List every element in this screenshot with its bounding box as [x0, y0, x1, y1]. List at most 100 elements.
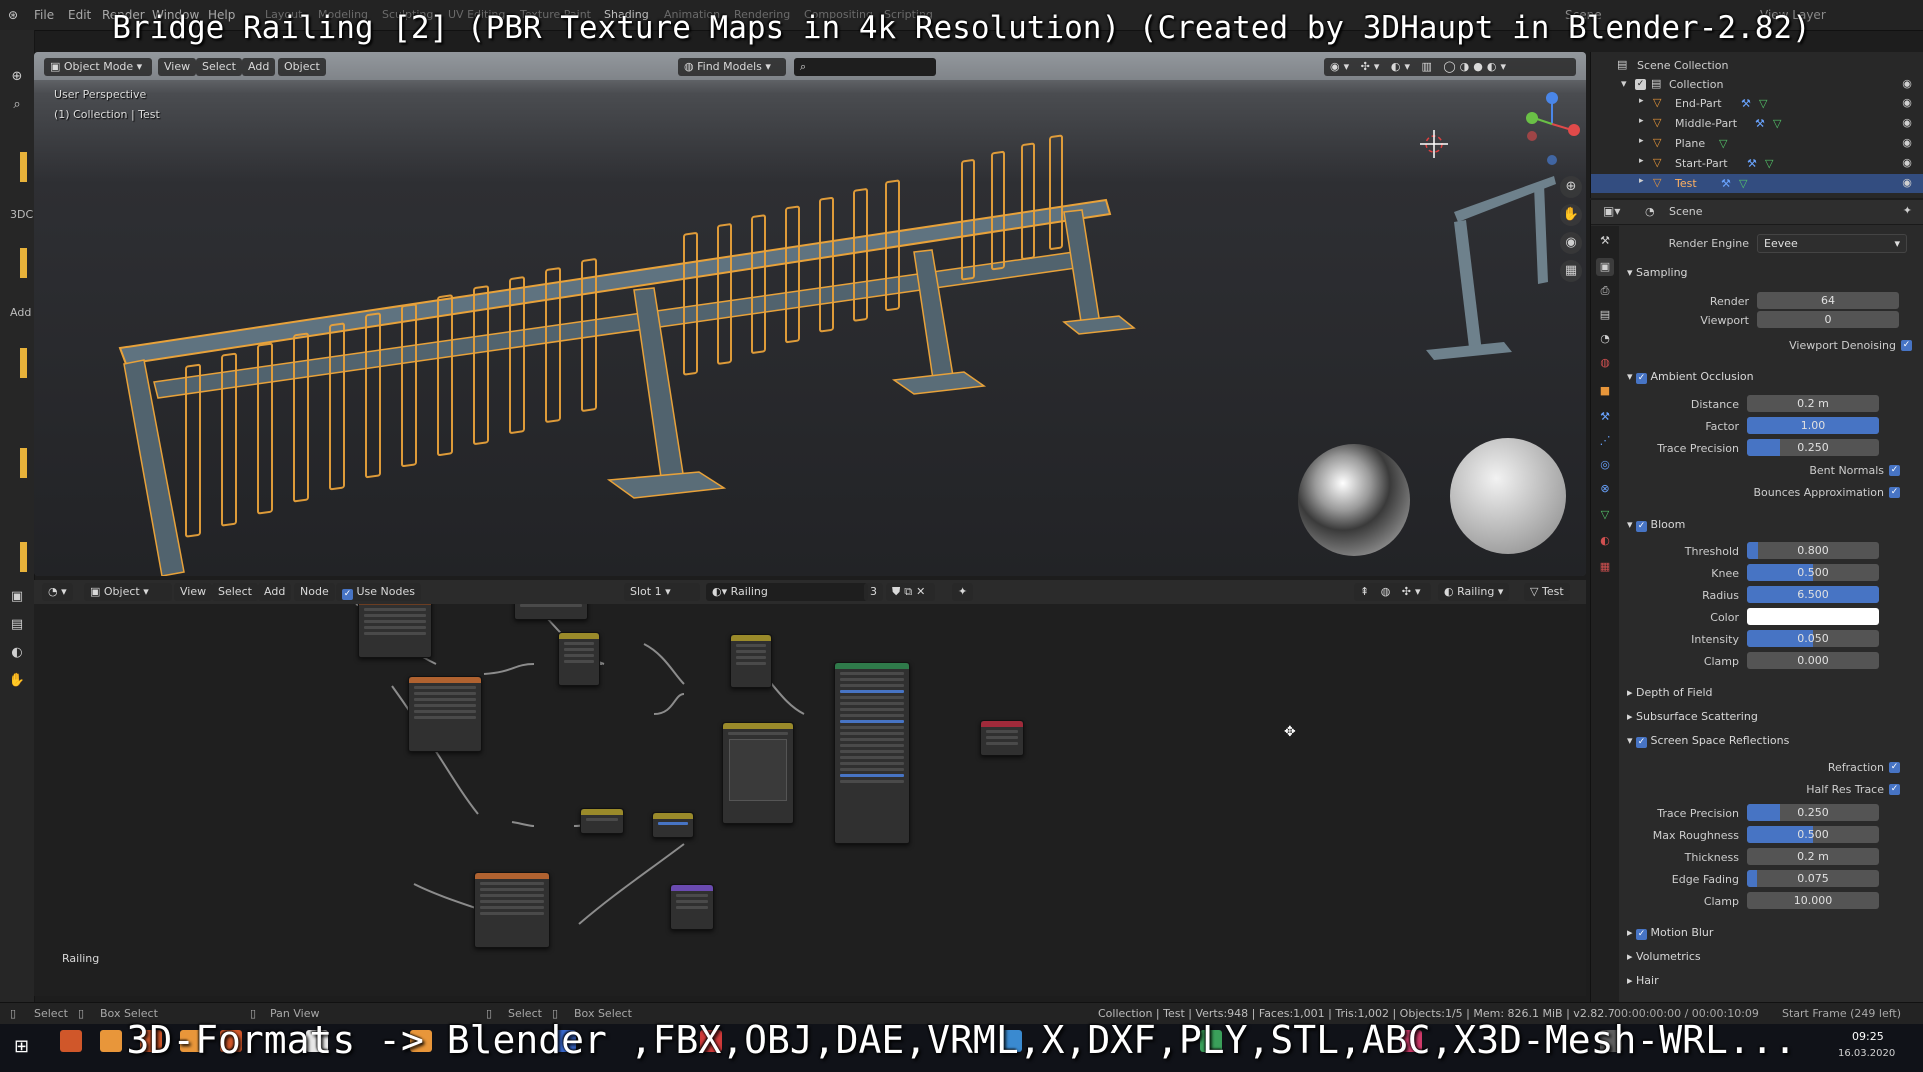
material-selector[interactable]: ◐▾ Railing — [706, 583, 868, 601]
node-normal-map[interactable] — [670, 884, 714, 930]
render-engine-dropdown[interactable]: Eevee ▾ — [1757, 234, 1907, 253]
ssr-roughness-slider[interactable]: 0.500 — [1747, 826, 1879, 843]
grid-icon[interactable]: ▦ — [1560, 260, 1582, 282]
outliner-item-plane[interactable]: ▸ ▽ Plane ▽ ◉ — [1591, 134, 1923, 153]
node-principled-bsdf[interactable] — [834, 662, 910, 844]
node-math[interactable] — [652, 812, 694, 838]
node-mix-rgb[interactable] — [558, 632, 600, 686]
node-image-texture-3[interactable] — [474, 872, 550, 948]
eye-icon[interactable]: ◉ — [1900, 156, 1914, 170]
shader-type-dropdown[interactable]: ▣ Object ▾ — [84, 583, 172, 601]
mesh-data-tab-icon[interactable]: ▽ — [1596, 506, 1614, 524]
viewport-menu-select[interactable]: Select — [196, 58, 242, 76]
volumetrics-header[interactable]: ▸ Volumetrics — [1627, 950, 1701, 963]
physics-tab-icon[interactable]: ◎ — [1596, 456, 1614, 474]
world-tab-icon[interactable]: ◍ — [1596, 354, 1614, 372]
node-canvas[interactable]: Railing ✥ — [34, 604, 1586, 996]
use-nodes-checkbox[interactable]: ✓ — [342, 589, 353, 600]
ao-bent-normals-checkbox[interactable]: ✓ — [1889, 465, 1900, 476]
outliner-item-end-part[interactable]: ▸ ▽ End-Part ⚒ ▽ ◉ — [1591, 94, 1923, 113]
bloom-intensity-slider[interactable]: 0.050 — [1747, 630, 1879, 647]
find-models-dropdown[interactable]: ◍ Find Models ▾ — [678, 58, 786, 76]
ao-factor-slider[interactable]: 1.00 — [1747, 417, 1879, 434]
material-actions[interactable]: ⛊⧉✕ — [886, 583, 936, 601]
ao-distance-field[interactable]: 0.2 m — [1747, 395, 1879, 412]
image-icon[interactable]: ▤ — [6, 614, 28, 636]
render-tab-icon[interactable]: ▣ — [1596, 258, 1614, 276]
eye-icon[interactable]: ◉ — [1900, 136, 1914, 150]
camera-icon[interactable]: ◉ — [1560, 232, 1582, 254]
zoom-icon[interactable]: ⊕ — [1560, 176, 1582, 198]
ssr-half-res-checkbox[interactable]: ✓ — [1889, 784, 1900, 795]
eye-icon[interactable]: ◉ — [1900, 96, 1914, 110]
node-image-texture-2[interactable] — [408, 676, 482, 752]
material-tab-icon[interactable]: ◐ — [1596, 532, 1614, 550]
viewport-menu-object[interactable]: Object — [278, 58, 326, 76]
node-overlay-buttons[interactable]: ⇞ ◍ ✣▾ — [1354, 583, 1431, 601]
viewport-denoise-checkbox[interactable]: ✓ — [1901, 340, 1912, 351]
hand-icon[interactable]: ✋ — [6, 670, 28, 692]
dof-header[interactable]: ▸ Depth of Field — [1627, 686, 1713, 699]
node-menu-add[interactable]: Add — [258, 583, 292, 601]
sss-header[interactable]: ▸ Subsurface Scattering — [1627, 710, 1758, 723]
ao-bounces-checkbox[interactable]: ✓ — [1889, 487, 1900, 498]
eyedropper-icon[interactable]: ◐ — [6, 642, 28, 664]
ao-header[interactable]: ▾ ✓ Ambient Occlusion — [1627, 370, 1754, 384]
motion-blur-header[interactable]: ▸ ✓ Motion Blur — [1627, 926, 1713, 940]
bloom-knee-slider[interactable]: 0.500 — [1747, 564, 1879, 581]
slot-dropdown[interactable]: Slot 1 ▾ — [624, 583, 700, 601]
material-users-count[interactable]: 3 — [864, 583, 883, 601]
editor-type-dropdown[interactable]: ◔ ▾ — [42, 583, 73, 601]
outliner-item-test[interactable]: ▸ ▽ Test ⚒ ▽ ◉ — [1591, 174, 1923, 193]
sampling-header[interactable]: ▾ Sampling — [1627, 266, 1688, 279]
bloom-radius-slider[interactable]: 6.500 — [1747, 586, 1879, 603]
node-rgb-curves[interactable] — [722, 722, 794, 824]
outliner-item-start-part[interactable]: ▸ ▽ Start-Part ⚒ ▽ ◉ — [1591, 154, 1923, 173]
eye-icon[interactable]: ◉ — [1900, 116, 1914, 130]
pin-icon[interactable]: ✦ — [952, 583, 974, 601]
outliner-scene-collection[interactable]: ▤ Scene Collection — [1591, 56, 1923, 75]
tool-tab-icon[interactable]: ⚒ — [1596, 232, 1614, 250]
output-tab-icon[interactable]: ⎙ — [1596, 282, 1614, 300]
hair-header[interactable]: ▸ Hair — [1627, 974, 1659, 987]
use-nodes-toggle[interactable]: ✓ Use Nodes — [336, 583, 421, 601]
expand-arrow-icon[interactable]: ▸ — [1639, 116, 1644, 126]
expand-arrow-icon[interactable]: ▸ — [1639, 136, 1644, 146]
expand-arrow-icon[interactable]: ▸ — [1639, 156, 1644, 166]
expand-arrow-icon[interactable]: ▾ — [1621, 77, 1627, 90]
viewport-menu-view[interactable]: View — [158, 58, 197, 76]
ssr-thickness-field[interactable]: 0.2 m — [1747, 848, 1879, 865]
constraints-tab-icon[interactable]: ⊗ — [1596, 480, 1614, 498]
scene-tab-icon[interactable]: ◔ — [1596, 330, 1614, 348]
node-texture-coordinate[interactable] — [514, 604, 588, 620]
modifier-tab-icon[interactable]: ⚒ — [1596, 408, 1614, 426]
expand-arrow-icon[interactable]: ▸ — [1639, 176, 1644, 186]
viewport-samples-field[interactable]: 0 — [1757, 311, 1899, 328]
texture-tab-icon[interactable]: ▦ — [1596, 558, 1614, 576]
model-search-input[interactable]: ⌕ — [794, 58, 936, 76]
node-material-output[interactable] — [980, 720, 1024, 756]
search-icon[interactable]: ⌕ — [6, 94, 28, 116]
ssr-refraction-checkbox[interactable]: ✓ — [1889, 762, 1900, 773]
pin-icon[interactable]: ✦ — [1903, 204, 1912, 217]
view-layer-tab-icon[interactable]: ▤ — [1596, 306, 1614, 324]
viewport-shading-toolbar[interactable]: ◉▾ ✣▾ ◐▾ ▥ ◯◑●◐▾ — [1324, 58, 1576, 76]
object-mode-dropdown[interactable]: ▣ Object Mode ▾ — [44, 58, 152, 76]
right-object-label[interactable]: ▽ Test — [1524, 583, 1570, 601]
ssr-edge-slider[interactable]: 0.075 — [1747, 870, 1879, 887]
render-samples-field[interactable]: 64 — [1757, 292, 1899, 309]
exclude-checkbox[interactable]: ✓ — [1635, 79, 1646, 90]
expand-arrow-icon[interactable]: ▸ — [1639, 96, 1644, 106]
particles-tab-icon[interactable]: ⋰ — [1596, 432, 1614, 450]
outliner-collection[interactable]: ▾ ✓ ▤ Collection ◉ — [1591, 75, 1923, 94]
ssr-trace-slider[interactable]: 0.250 — [1747, 804, 1879, 821]
node-menu-node[interactable]: Node — [294, 583, 335, 601]
node-mix-rgb-2[interactable] — [730, 634, 772, 688]
outliner-item-middle-part[interactable]: ▸ ▽ Middle-Part ⚒ ▽ ◉ — [1591, 114, 1923, 133]
ao-enable-checkbox[interactable]: ✓ — [1636, 373, 1648, 384]
properties-editor-icon[interactable]: ▣▾ — [1603, 204, 1620, 218]
ssr-header[interactable]: ▾ ✓ Screen Space Reflections — [1627, 734, 1789, 748]
viewport-menu-add[interactable]: Add — [242, 58, 276, 76]
ssr-clamp-field[interactable]: 10.000 — [1747, 892, 1879, 909]
bloom-header[interactable]: ▾ ✓ Bloom — [1627, 518, 1685, 532]
